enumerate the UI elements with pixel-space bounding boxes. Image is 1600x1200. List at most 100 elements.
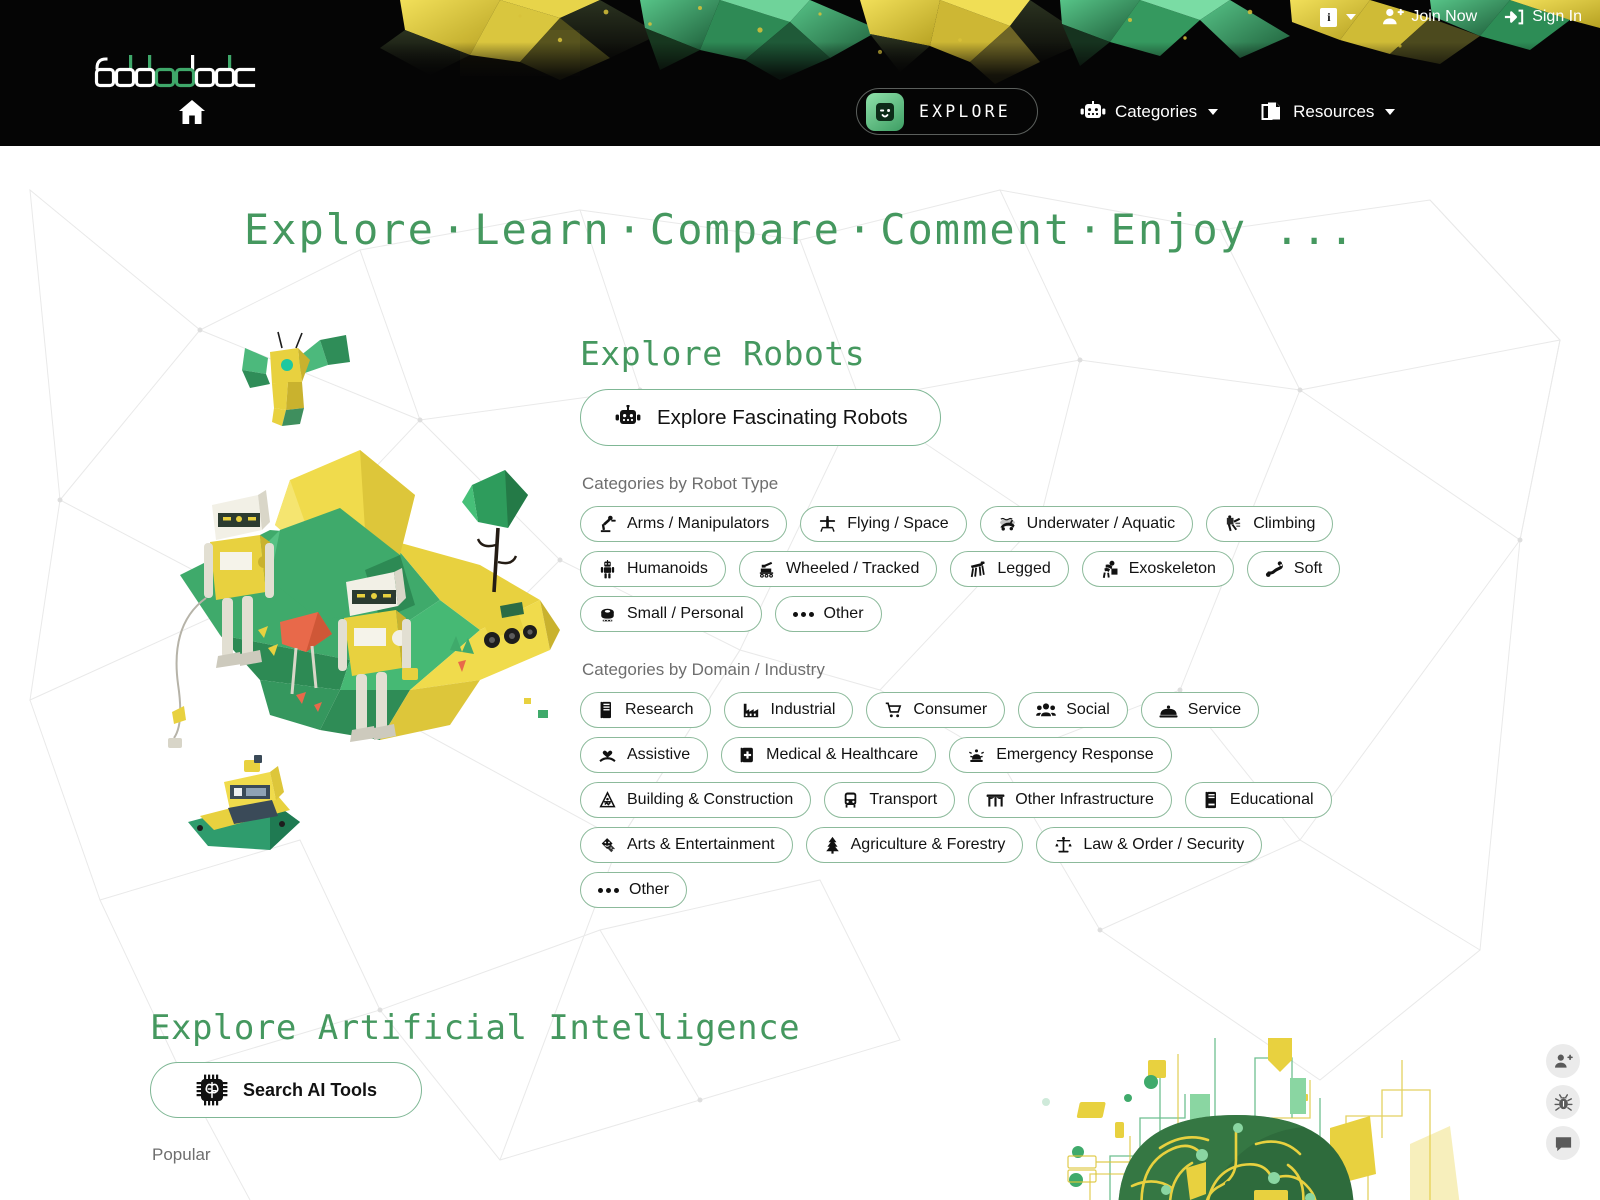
join-now-button[interactable]: Join Now [1382, 7, 1477, 27]
chip-label: Arms / Manipulators [627, 515, 770, 532]
robot-arm-icon [600, 515, 616, 532]
soft-robot-icon [1265, 560, 1283, 577]
flying-robot [242, 331, 350, 426]
search-ai-tools-button[interactable]: Search AI Tools [150, 1062, 423, 1118]
book-icon [1205, 791, 1216, 809]
sign-in-button[interactable]: Sign In [1503, 7, 1582, 27]
chip-humanoids[interactable]: Humanoids [580, 551, 726, 587]
chip-label: Agriculture & Forestry [850, 836, 1006, 853]
medical-kit-icon [740, 747, 754, 763]
nav-explore-label: EXPLORE [919, 102, 1011, 121]
explore-robots-content: Explore Robots Explore Fascinating Robot… [580, 334, 1480, 908]
chip-label: Climbing [1253, 515, 1316, 532]
chip-label: Arts & Entertainment [627, 836, 775, 853]
chip-label: Other Infrastructure [1015, 791, 1154, 808]
chip-industrial[interactable]: Industrial [724, 692, 854, 728]
robot-type-chip-row: Arms / Manipulators Flying / Space Under… [580, 506, 1380, 632]
chip-educational[interactable]: Educational [1184, 782, 1332, 818]
chip-label: Research [625, 701, 694, 718]
chip-label: Law & Order / Security [1083, 836, 1245, 853]
popular-heading: Popular [152, 1145, 211, 1164]
chip-flying-space[interactable]: Flying / Space [800, 506, 967, 542]
feedback-chat-fab[interactable] [1546, 1126, 1580, 1160]
rover-icon [759, 561, 774, 578]
submarine-icon [999, 517, 1015, 531]
chip-wheeled-tracked[interactable]: Wheeled / Tracked [738, 551, 938, 587]
chip-label: Flying / Space [847, 515, 949, 532]
sign-in-icon [1505, 9, 1524, 25]
nav-resources-label: Resources [1293, 101, 1375, 121]
site-logo[interactable] [94, 52, 258, 88]
domain-industry-heading: Categories by Domain / Industry [582, 660, 825, 679]
explore-fascinating-robots-button[interactable]: Explore Fascinating Robots [580, 389, 941, 446]
chip-type-other[interactable]: Other [774, 596, 882, 632]
nav-item-categories[interactable]: Categories [1080, 100, 1219, 123]
robot-type-heading: Categories by Robot Type [582, 474, 779, 493]
chip-arms-manipulators[interactable]: Arms / Manipulators [580, 506, 788, 542]
chip-label: Underwater / Aquatic [1026, 515, 1176, 532]
chip-law-order-security[interactable]: Law & Order / Security [1036, 827, 1263, 863]
chip-exoskeleton[interactable]: Exoskeleton [1081, 551, 1234, 587]
room-service-icon [1159, 704, 1178, 717]
chip-label: Building & Construction [627, 791, 794, 808]
chip-legged[interactable]: Legged [950, 551, 1069, 587]
chip-research[interactable]: Research [580, 692, 712, 728]
chip-label: Exoskeleton [1128, 560, 1216, 577]
tagline-word-compare: Compare [649, 205, 841, 254]
chip-assistive[interactable]: Assistive [580, 737, 709, 773]
chip-label: Other [629, 881, 670, 898]
masks-icon [601, 838, 615, 853]
chip-domain-other[interactable]: Other [580, 872, 688, 908]
explore-ai-content: Explore Artificial Intelligence Search A… [150, 1008, 800, 1165]
chip-consumer[interactable]: Consumer [866, 692, 1006, 728]
chip-label: Industrial [770, 701, 836, 718]
chevron-down-icon [1385, 108, 1396, 115]
search-ai-tools-label: Search AI Tools [243, 1079, 378, 1100]
home-button[interactable] [178, 99, 206, 130]
chip-label: Service [1187, 701, 1242, 718]
chip-transport[interactable]: Transport [824, 782, 956, 818]
robot-head-icon [1080, 100, 1106, 118]
home-icon [179, 100, 205, 124]
header-utility-bar: i Join Now Sign In [1320, 0, 1582, 34]
tagline-word-explore: Explore [243, 205, 435, 254]
chip-service[interactable]: Service [1140, 692, 1260, 728]
tagline-word-enjoy: Enjoy ... [1110, 205, 1357, 254]
invite-friend-fab[interactable] [1546, 1044, 1580, 1078]
sign-in-label: Sign In [1532, 8, 1582, 25]
info-menu-button[interactable]: i [1320, 7, 1357, 27]
chip-small-personal[interactable]: Small / Personal [580, 596, 762, 632]
chip-building-construction[interactable]: Building & Construction [580, 782, 812, 818]
chip-label: Transport [869, 791, 938, 808]
chip-label: Small / Personal [627, 605, 744, 622]
factory-icon [744, 703, 759, 718]
person-add-icon [1554, 1054, 1573, 1068]
chip-medical-healthcare[interactable]: Medical & Healthcare [721, 737, 937, 773]
robot-face-icon [866, 92, 904, 131]
ellipsis-icon [598, 887, 619, 893]
chip-arts-entertainment[interactable]: Arts & Entertainment [580, 827, 793, 863]
page-root: i Join Now Sign In EXPLORE Categories Re… [0, 0, 1600, 1200]
chip-label: Wheeled / Tracked [785, 560, 920, 577]
chip-label: Assistive [627, 746, 691, 763]
chevron-down-icon [1346, 14, 1357, 20]
robot-icon [615, 404, 641, 424]
report-bug-fab[interactable] [1546, 1085, 1580, 1119]
chip-label: Medical & Healthcare [766, 746, 919, 763]
nav-explore-button[interactable]: EXPLORE [856, 88, 1038, 135]
chip-agriculture-forestry[interactable]: Agriculture & Forestry [805, 827, 1024, 863]
tagline-separator: · [440, 205, 469, 254]
ellipsis-icon [792, 611, 814, 617]
person-add-icon [1383, 8, 1405, 25]
ai-section-title: Explore Artificial Intelligence [150, 1008, 801, 1048]
chip-climbing[interactable]: Climbing [1206, 506, 1334, 542]
chip-emergency-response[interactable]: Emergency Response [949, 737, 1172, 773]
chip-soft[interactable]: Soft [1246, 551, 1341, 587]
helping-hand-icon [599, 750, 616, 763]
floating-action-buttons [1546, 1044, 1580, 1160]
chip-underwater-aquatic[interactable]: Underwater / Aquatic [979, 506, 1194, 542]
chip-social[interactable]: Social [1018, 692, 1128, 728]
chip-other-infrastructure[interactable]: Other Infrastructure [968, 782, 1172, 818]
nav-item-resources[interactable]: Resources [1260, 100, 1396, 124]
chip-label: Other [823, 605, 864, 622]
